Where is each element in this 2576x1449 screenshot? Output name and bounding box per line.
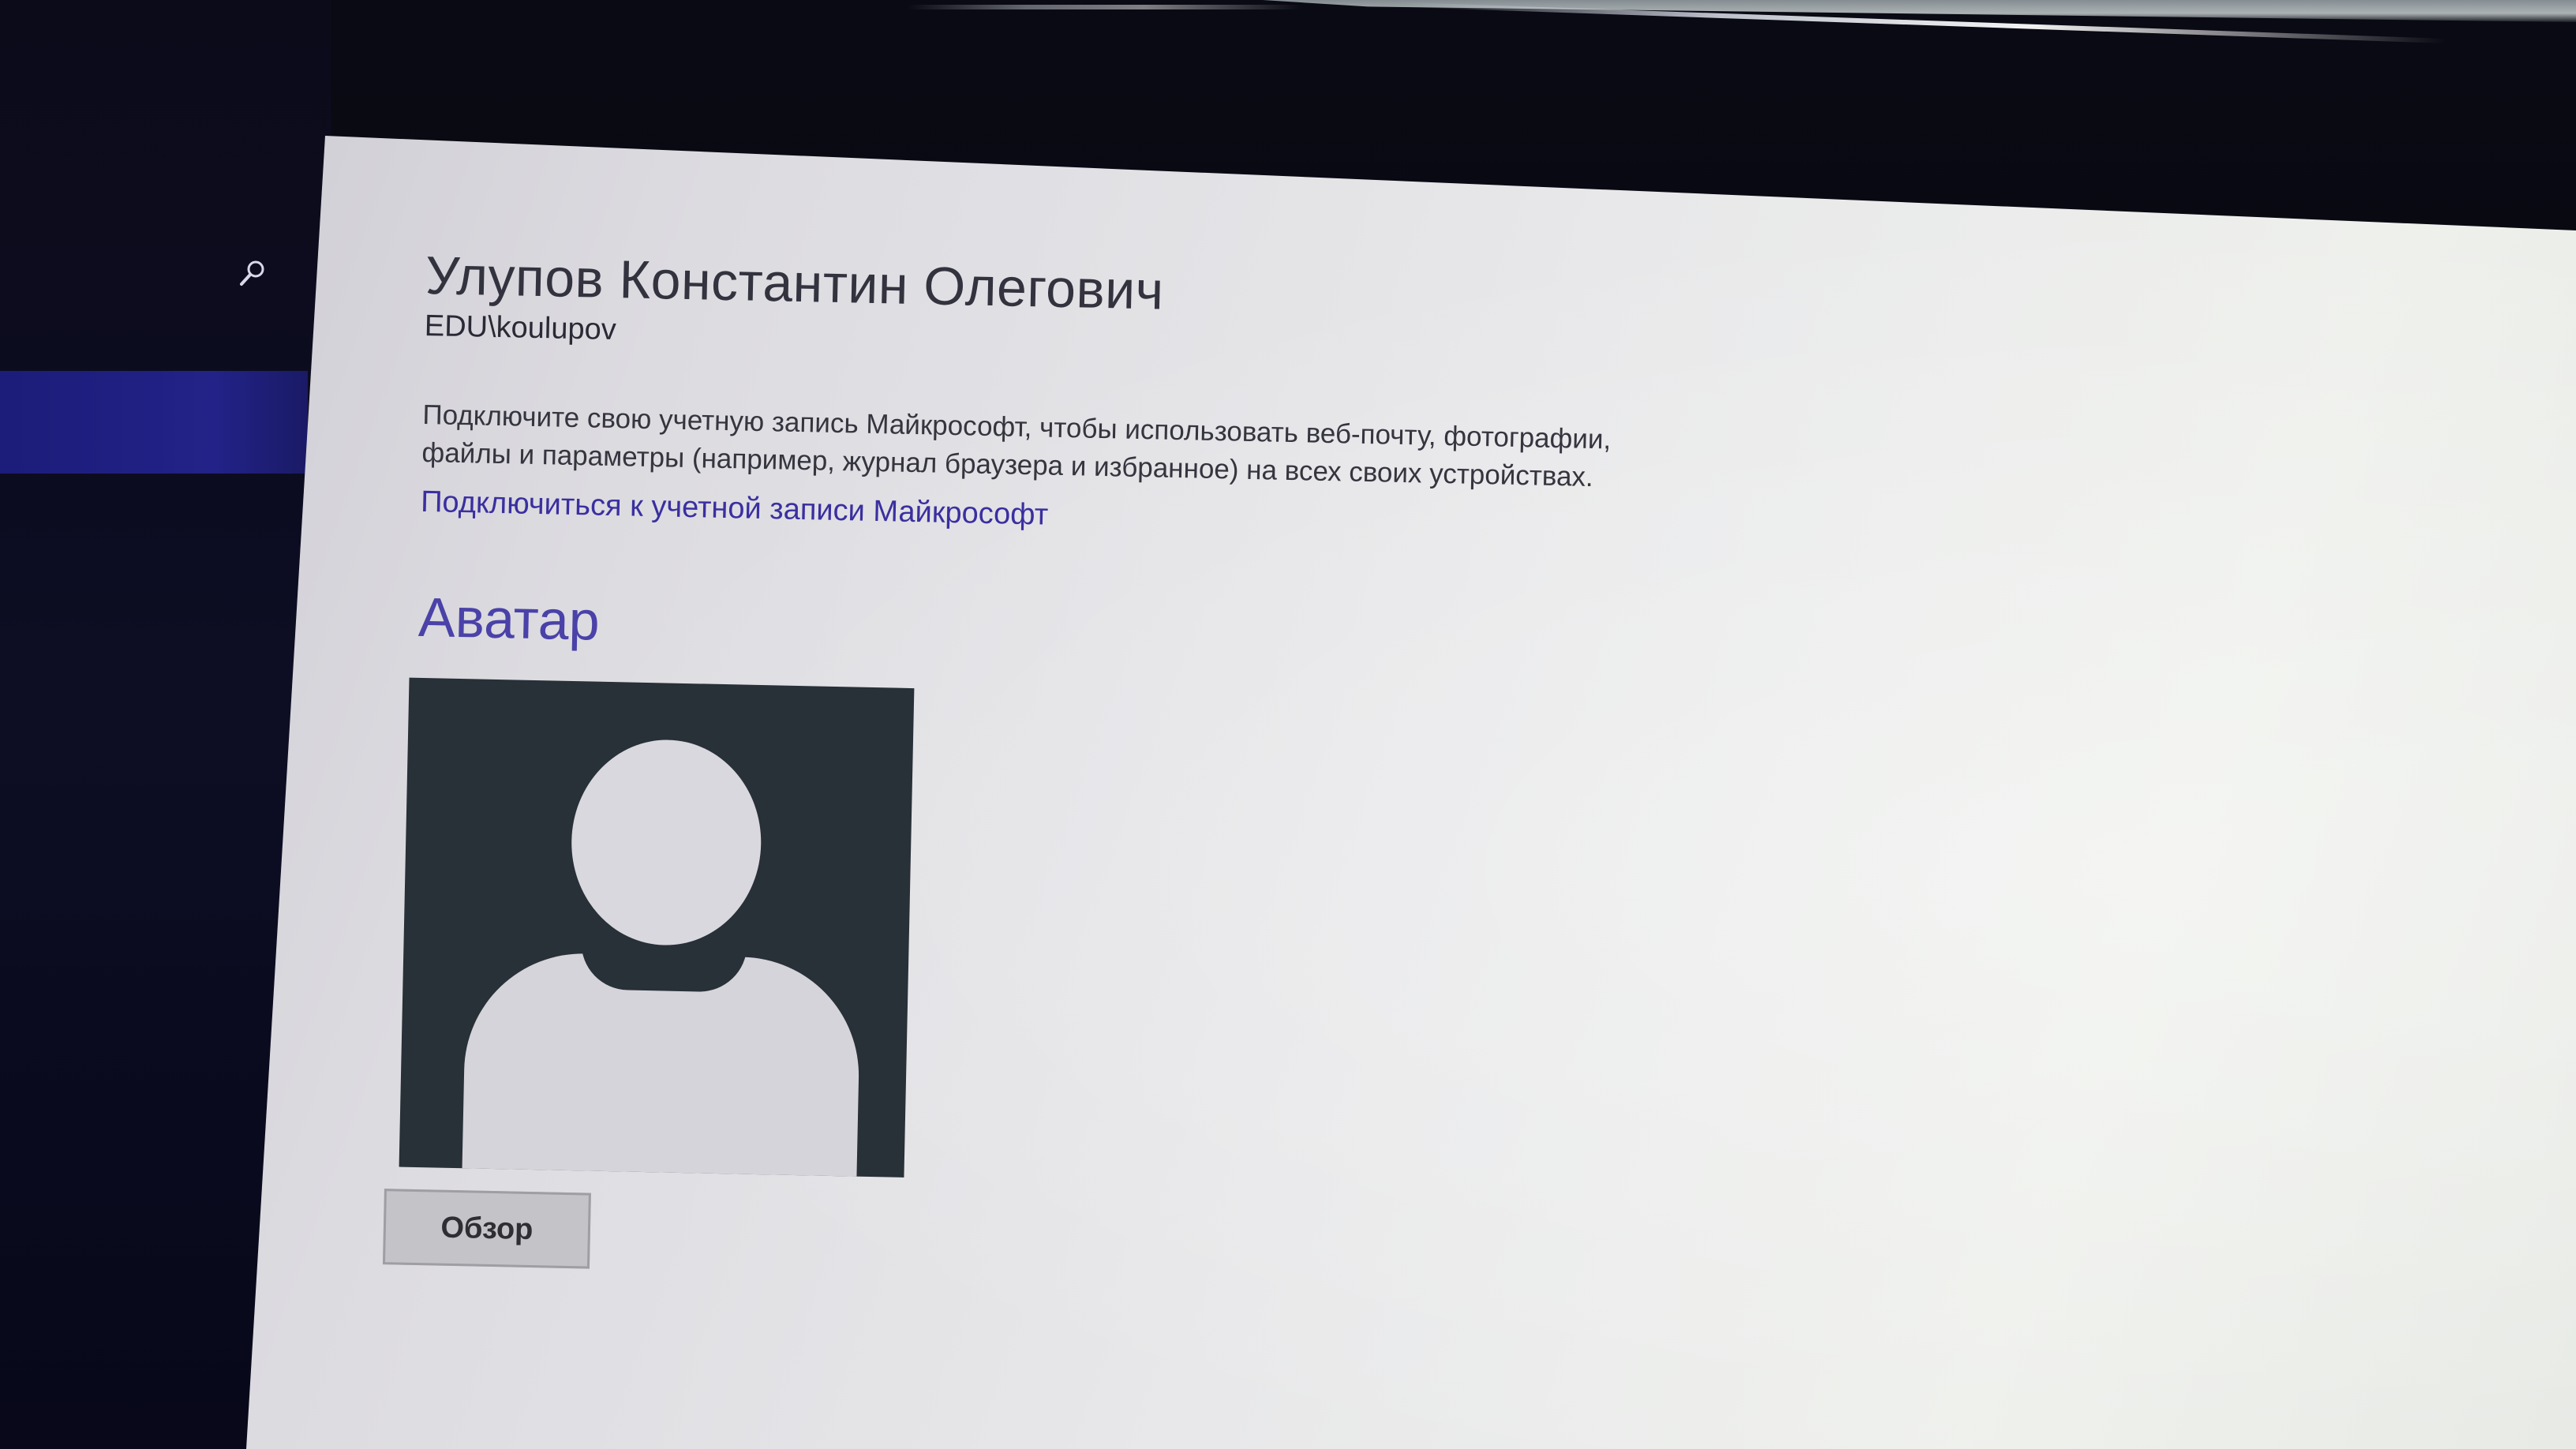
avatar-image xyxy=(399,677,915,1178)
photo-of-screen: Улупов Константин Олегович EDU\koulupov … xyxy=(0,0,2576,1449)
bezel-glare xyxy=(908,5,1302,9)
search-icon[interactable] xyxy=(237,257,268,289)
avatar-silhouette-head xyxy=(569,738,763,948)
avatar-section-title: Аватар xyxy=(417,586,601,652)
account-settings-page: Улупов Константин Олегович EDU\koulupov … xyxy=(382,245,1768,1293)
monitor-bezel xyxy=(1263,0,2576,22)
browse-button[interactable]: Обзор xyxy=(382,1189,591,1269)
nav-item-selected[interactable] xyxy=(0,371,308,474)
microsoft-account-description: Подключите свою учетную запись Майкрософ… xyxy=(421,399,1612,493)
